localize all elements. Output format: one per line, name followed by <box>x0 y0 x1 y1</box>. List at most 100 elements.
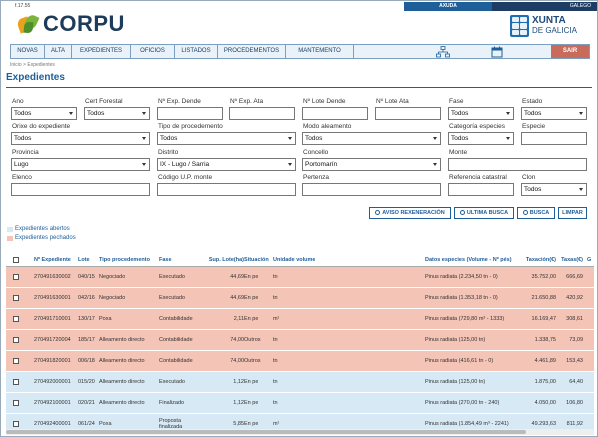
especie-label: Especie <box>522 123 546 130</box>
nav-item-mantemento[interactable]: MANTEMENTO <box>286 45 354 58</box>
ano-select[interactable]: Todos <box>11 107 77 120</box>
table-row[interactable]: 270491630001 042/16 Negociado Executado 44,6… <box>6 288 594 309</box>
row-checkbox[interactable] <box>13 274 19 280</box>
datos-cell: Pinus radiata (270,00 tn - 240) <box>425 400 500 406</box>
col-header-datos[interactable]: Datos especies (Volume - Nº pés) <box>425 254 512 266</box>
lote-cell: 015/20 <box>78 379 95 385</box>
categoria-especies-label: Categoría especies <box>449 123 506 130</box>
lote-cell: 185/17 <box>78 337 95 343</box>
lote-dende-input[interactable] <box>302 107 368 120</box>
breadcrumb: Inicio > Expedientes <box>10 62 55 68</box>
pertenza-input[interactable] <box>302 183 441 196</box>
corpu-logo[interactable]: CORPU <box>15 11 125 37</box>
nav-item-expedientes[interactable]: EXPEDIENTES <box>72 45 131 58</box>
lote-ata-input[interactable] <box>375 107 441 120</box>
expediente-cell: 270491820001 <box>34 358 71 364</box>
taxacion-cell: 35.752,00 <box>531 274 556 280</box>
nav-item-listados[interactable]: LISTADOS <box>175 45 218 58</box>
col-header-tipo[interactable]: Tipo procedemento <box>99 254 150 266</box>
elenco-input[interactable] <box>11 183 150 196</box>
row-checkbox[interactable] <box>13 400 19 406</box>
fase-cell: Executado <box>159 274 185 280</box>
language-link[interactable]: GALEGO <box>570 2 591 11</box>
busca-button[interactable]: BUSCA <box>517 207 555 219</box>
ref-catastral-input[interactable] <box>448 183 514 196</box>
monte-label: Monte <box>449 149 468 156</box>
distrito-select[interactable]: IX - Lugo / Sarria <box>157 158 296 171</box>
orixe-select[interactable]: Todos <box>11 132 150 145</box>
row-checkbox[interactable] <box>13 316 19 322</box>
tipo-cell: Alleamento directo <box>99 337 145 343</box>
nav-item-novas[interactable]: NOVAS <box>11 45 45 58</box>
row-checkbox[interactable] <box>13 379 19 385</box>
table-row[interactable]: 270491630002 040/15 Negociado Executado 44,6… <box>6 267 594 288</box>
logout-button[interactable]: SAIR <box>551 45 589 58</box>
scrollbar-thumb[interactable] <box>6 430 526 434</box>
estado-select[interactable]: Todos <box>521 107 587 120</box>
sup-cell: 1,12 <box>233 379 244 385</box>
unidade-cell: tn <box>273 379 278 385</box>
col-header-taxacion[interactable]: Taxación(€) <box>516 254 556 266</box>
col-header-expediente[interactable]: Nº Expediente <box>34 254 71 266</box>
fase-cell: Executado <box>159 379 185 385</box>
unidade-cell: tn <box>273 274 278 280</box>
aviso-rexeneracion-button[interactable]: AVISO REXENERACIÓN <box>369 207 451 219</box>
especie-input[interactable] <box>521 132 587 145</box>
limpar-button[interactable]: LIMPAR <box>558 207 587 219</box>
fase-select[interactable]: Todos <box>448 107 514 120</box>
datos-cell: Pinus radiata (1.353,18 tn - 0) <box>425 295 498 301</box>
nav-item-alta[interactable]: ALTA <box>45 45 72 58</box>
help-link[interactable]: AXUDA <box>404 2 492 11</box>
concello-select[interactable]: Portomarín <box>302 158 441 171</box>
row-checkbox[interactable] <box>13 358 19 364</box>
tipo-cell: Alleamento directo <box>99 400 145 406</box>
modo-aleamento-select[interactable]: Todos <box>302 132 441 145</box>
org-chart-icon[interactable] <box>436 45 450 58</box>
monte-input[interactable] <box>448 158 587 171</box>
calendar-icon[interactable] <box>491 46 503 58</box>
categoria-especies-select[interactable]: Todos <box>448 132 514 145</box>
col-header-taxas[interactable]: Taxas(€) <box>556 254 583 266</box>
col-header-fase[interactable]: Fase <box>159 254 172 266</box>
col-header-unidade[interactable]: Unidade volume <box>273 254 315 266</box>
codigo-monte-input[interactable] <box>157 183 296 196</box>
exp-ata-input[interactable] <box>229 107 295 120</box>
nav-item-oficios[interactable]: OFICIOS <box>131 45 175 58</box>
lote-cell: 020/21 <box>78 400 95 406</box>
row-checkbox[interactable] <box>13 295 19 301</box>
expediente-cell: 270492100001 <box>34 400 71 406</box>
col-header-lote[interactable]: Lote <box>78 254 90 266</box>
ultima-busca-button[interactable]: ULTIMA BUSCA <box>454 207 514 219</box>
col-header-sup[interactable]: Sup. Lote(ha) <box>196 254 244 266</box>
table-row[interactable]: 270492000001 015/20 Alleamento directo Exec… <box>6 372 594 393</box>
nav-item-procedementos[interactable]: PROCEDEMENTOS <box>218 45 286 58</box>
sup-cell: 44,69 <box>230 295 244 301</box>
select-all-checkbox[interactable] <box>13 257 19 263</box>
xunta-text-line2: DE GALICIA <box>532 26 577 35</box>
lote-dende-label: Nº Lote Dende <box>303 98 346 105</box>
table-row[interactable]: 270491720004 185/17 Alleamento directo Cont… <box>6 330 594 351</box>
col-header-situacion[interactable]: Situación <box>244 254 269 266</box>
unidade-cell: tn <box>273 358 278 364</box>
row-checkbox[interactable] <box>13 421 19 427</box>
horizontal-scrollbar[interactable] <box>6 429 594 435</box>
row-checkbox[interactable] <box>13 337 19 343</box>
tipo-procedemento-select[interactable]: Todos <box>157 132 296 145</box>
provincia-select[interactable]: Lugo <box>11 158 150 171</box>
legend-open-label: Expedientes abertos <box>15 226 70 232</box>
table-row[interactable]: 270491820001 006/18 Alleamento directo Cont… <box>6 351 594 372</box>
col-header-g[interactable]: G <box>587 254 591 266</box>
exp-dende-input[interactable] <box>157 107 223 120</box>
taxacion-cell: 16.169,47 <box>531 316 556 322</box>
taxas-cell: 64,40 <box>569 379 583 385</box>
fase-cell: Contabilidade <box>159 358 193 364</box>
situacion-cell: En pe <box>244 400 259 406</box>
fase-cell: Contabilidade <box>159 316 193 322</box>
table-row[interactable]: 270491710001 130/17 Poxa Contabilidade 2,11 E… <box>6 309 594 330</box>
xunta-logo: XUNTA DE GALICIA <box>510 15 577 37</box>
cert-forestal-select[interactable]: Todos <box>84 107 150 120</box>
clon-select[interactable]: Todos <box>521 183 587 196</box>
table-row[interactable]: 270492100001 020/21 Alleamento directo Fina… <box>6 393 594 414</box>
leaf-logo-icon <box>15 12 41 36</box>
taxas-cell: 666,69 <box>566 274 583 280</box>
